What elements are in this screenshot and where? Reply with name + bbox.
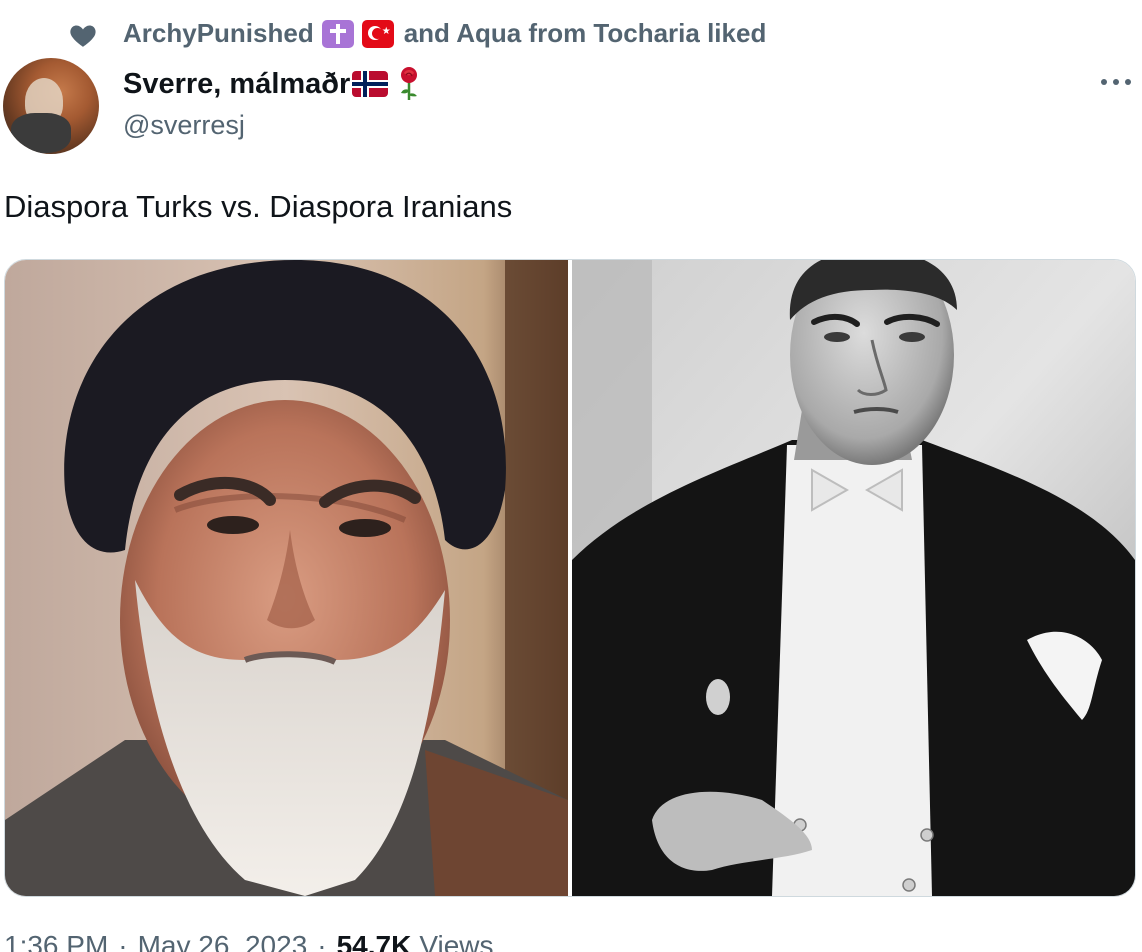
heart-icon xyxy=(70,25,96,47)
photo-man-tuxedo-bw-illustration xyxy=(572,260,1135,896)
author-display-name[interactable]: Sverre, málmaðr xyxy=(123,66,422,102)
photo-cleric-color[interactable] xyxy=(5,260,568,896)
photo-man-tuxedo-bw[interactable] xyxy=(572,260,1135,896)
avatar[interactable] xyxy=(3,58,99,154)
tweet-media-grid xyxy=(4,259,1136,897)
tweet-text: Diaspora Turks vs. Diaspora Iranians xyxy=(4,189,513,224)
photo-cleric-color-illustration xyxy=(5,260,568,896)
social-context: ArchyPunished ★ and Aqua from Tocharia l… xyxy=(123,18,766,49)
latin-cross-emoji xyxy=(321,19,354,48)
liked-by-user-link[interactable]: ArchyPunished xyxy=(123,18,314,49)
tweet-page: ArchyPunished ★ and Aqua from Tocharia l… xyxy=(0,0,1142,952)
meta-separator: · xyxy=(118,930,128,952)
tweet-meta: 1:36 PM · May 26, 2023 · 54.7K Views xyxy=(4,930,494,952)
rose-emoji xyxy=(401,67,418,100)
author-name-text[interactable]: Sverre, málmaðr xyxy=(123,68,350,101)
norway-flag-emoji xyxy=(352,71,389,97)
turkey-flag-emoji: ★ xyxy=(361,19,394,48)
views-label: Views xyxy=(419,930,494,952)
author-handle[interactable]: @sverresj xyxy=(123,110,245,141)
views-count[interactable]: 54.7K xyxy=(337,930,412,952)
meta-separator: · xyxy=(317,930,327,952)
social-context-tail[interactable]: and Aqua from Tocharia liked xyxy=(404,18,767,49)
more-options-icon[interactable] xyxy=(1098,70,1134,94)
tweet-time[interactable]: 1:36 PM xyxy=(4,930,108,952)
tweet-date[interactable]: May 26, 2023 xyxy=(138,930,308,952)
